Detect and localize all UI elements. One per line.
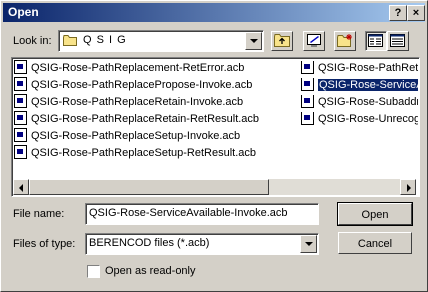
horizontal-scrollbar[interactable] [13,179,416,195]
window-title: Open [8,5,39,19]
up-one-level-button[interactable] [271,31,293,51]
arrow-right-icon [407,184,411,192]
chevron-down-icon [305,242,313,246]
up-folder-icon [274,34,290,50]
look-in-value: Q S I G [83,34,127,46]
look-in-combo[interactable]: Q S I G [58,30,264,52]
scroll-thumb[interactable] [29,179,269,195]
folder-icon [63,35,78,46]
file-icon [14,145,27,160]
chevron-down-icon [250,39,258,43]
look-in-dropdown-button[interactable] [245,32,262,50]
open-button[interactable]: Open [337,202,413,226]
open-as-read-only-label[interactable]: Open as read-only [105,265,196,277]
files-of-type-label: Files of type: [13,238,76,250]
file-item[interactable]: QSIG-Rose-PathReplaceSetup-RetResult.acb [14,145,256,161]
files-of-type-combo[interactable]: BERENCOD files (*.acb) [85,233,319,255]
desktop-icon [306,33,322,51]
scroll-right-button[interactable] [400,179,416,195]
new-folder-icon [337,34,353,50]
title-bar: Open ? × [3,3,425,22]
create-new-folder-button[interactable] [334,31,356,51]
open-as-read-only-checkbox[interactable] [87,265,100,278]
file-item-selected[interactable]: QSIG-Rose-ServiceA [301,78,418,93]
file-item[interactable]: QSIG-Rose-PathReplaceRetain-RetResult.ac… [14,111,259,127]
file-name-label: File name: [13,208,65,220]
help-button[interactable]: ? [389,5,407,21]
list-view-icon [368,34,383,50]
look-in-label: Look in: [13,35,52,47]
file-icon [14,111,27,126]
close-button[interactable]: × [407,5,425,21]
file-icon [301,112,314,126]
file-item[interactable]: QSIG-Rose-PathReplaceRetain-Invoke.acb [14,94,243,110]
details-view-button[interactable] [387,31,409,51]
desktop-button[interactable] [303,31,325,51]
list-view-button[interactable] [365,31,387,51]
file-item[interactable]: QSIG-Rose-Unrecogr [301,112,418,127]
file-item[interactable]: QSIG-Rose-PathReplacement-RetError.acb [14,60,244,76]
cancel-button[interactable]: Cancel [338,232,412,254]
open-dialog: Open ? × Look in: Q S I G QSIG-Rose-Path… [0,0,428,292]
file-icon [301,78,314,92]
file-icon [301,61,314,75]
arrow-left-icon [19,184,23,192]
file-item[interactable]: QSIG-Rose-Subaddre [301,95,418,110]
file-item[interactable]: QSIG-Rose-PathReplacePropose-Invoke.acb [14,77,252,93]
file-icon [14,77,27,92]
files-of-type-dropdown-button[interactable] [300,235,317,253]
file-item[interactable]: QSIG-Rose-PathReplaceSetup-Invoke.acb [14,128,240,144]
details-view-icon [390,34,405,50]
file-icon [14,128,27,143]
file-name-input[interactable]: QSIG-Rose-ServiceAvailable-Invoke.acb [85,203,319,225]
file-list[interactable]: QSIG-Rose-PathReplacement-RetError.acb Q… [11,57,420,197]
file-icon [14,60,27,75]
file-icon [301,95,314,109]
scroll-left-button[interactable] [13,179,29,195]
file-item[interactable]: QSIG-Rose-PathReta [301,61,418,76]
file-icon [14,94,27,109]
